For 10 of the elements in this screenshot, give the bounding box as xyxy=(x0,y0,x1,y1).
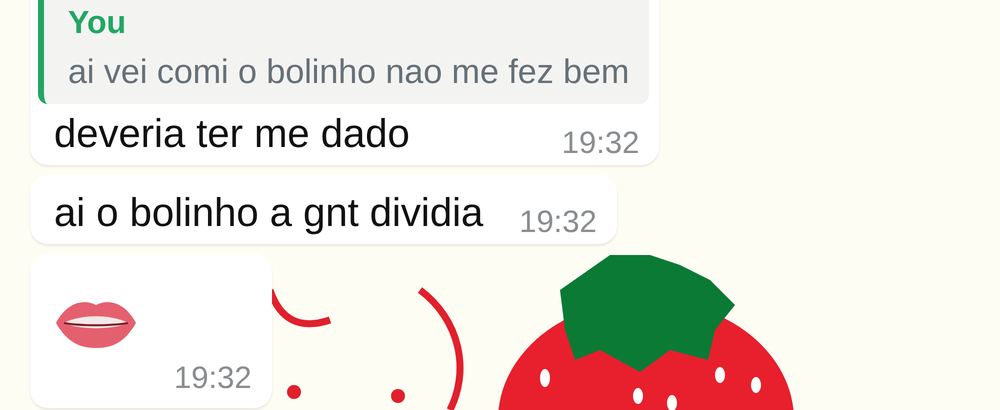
message-time: 19:32 xyxy=(562,125,640,161)
quote-author: You xyxy=(68,4,128,41)
message-time: 19:32 xyxy=(519,204,597,240)
message-text: deveria ter me dado xyxy=(54,111,410,157)
message-time: 19:32 xyxy=(173,360,252,396)
message-text: ai o bolinho a gnt dividia xyxy=(54,190,484,236)
quoted-message[interactable]: You ai vei comi o bolinho nao me fez bem xyxy=(38,0,650,104)
message-bubble[interactable]: You ai vei comi o bolinho nao me fez bem deveria ter me dado 19:32 xyxy=(30,0,660,165)
quote-text: ai vei comi o bolinho nao me fez bem xyxy=(68,53,630,92)
message-bubble[interactable]: ai o bolinho a gnt dividia 19:32 xyxy=(30,175,617,244)
